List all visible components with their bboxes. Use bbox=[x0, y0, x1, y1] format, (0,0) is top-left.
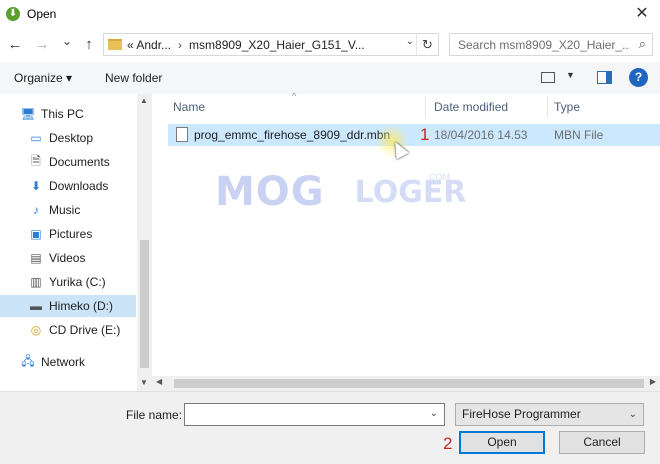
sidebar-item-label: Music bbox=[49, 203, 81, 217]
breadcrumb-current[interactable]: msm8909_X20_Haier_G151_V... bbox=[189, 38, 365, 52]
file-type-filter[interactable]: FireHose Programmer ⌄ bbox=[455, 403, 644, 426]
breadcrumb-separator-icon: › bbox=[178, 37, 183, 52]
open-button[interactable]: Open bbox=[459, 431, 545, 454]
view-dropdown-icon[interactable]: ▼ bbox=[566, 70, 575, 80]
cancel-button[interactable]: Cancel bbox=[559, 431, 645, 454]
breadcrumb-root[interactable]: « Andr... bbox=[127, 38, 171, 52]
desktop-icon: ▭ bbox=[30, 131, 42, 145]
navigation-pane: 🖥 This PC ▭ Desktop 🗎 Documents ⬇ Downlo… bbox=[0, 94, 152, 391]
sidebar-item-videos[interactable]: ▤ Videos bbox=[0, 247, 136, 269]
step-marker-2: 2 bbox=[443, 434, 453, 453]
column-header-type[interactable]: Type bbox=[554, 94, 654, 120]
dialog-footer: File name: ⌄ FireHose Programmer ⌄ 2 Ope… bbox=[0, 391, 660, 464]
open-dialog-icon: ⬇ bbox=[6, 7, 20, 21]
sidebar-item-label: Yurika (C:) bbox=[49, 275, 106, 289]
file-name-dropdown-icon[interactable]: ⌄ bbox=[430, 408, 438, 419]
column-header-label: Date modified bbox=[434, 100, 509, 114]
documents-icon: 🗎 bbox=[31, 153, 41, 168]
folder-icon bbox=[108, 39, 122, 50]
downloads-icon: ⬇ bbox=[30, 179, 42, 193]
sidebar-scroll-thumb[interactable] bbox=[140, 240, 149, 368]
column-header-name[interactable]: Name bbox=[173, 94, 423, 120]
recent-locations-icon[interactable]: ⌄ bbox=[57, 34, 77, 48]
file-name-label: File name: bbox=[126, 408, 183, 422]
sidebar-item-music[interactable]: ♪ Music bbox=[0, 199, 136, 221]
music-icon: ♪ bbox=[33, 203, 39, 217]
file-type-filter-value: FireHose Programmer bbox=[462, 407, 581, 421]
filter-dropdown-icon[interactable]: ⌄ bbox=[629, 404, 637, 425]
file-type: MBN File bbox=[554, 128, 604, 142]
sidebar-item-label: Network bbox=[41, 355, 86, 369]
column-header-label: Type bbox=[554, 100, 581, 114]
forward-arrow-icon[interactable]: → bbox=[32, 36, 52, 53]
file-name: prog_emmc_firehose_8909_ddr.mbn bbox=[194, 128, 391, 142]
sidebar-item-label: Pictures bbox=[49, 227, 93, 241]
file-name-input[interactable]: ⌄ bbox=[184, 403, 445, 426]
horizontal-scrollbar[interactable]: ◀ ▶ bbox=[152, 376, 660, 391]
scroll-left-icon[interactable]: ◀ bbox=[156, 377, 162, 386]
sidebar-item-this-pc[interactable]: 🖥 This PC bbox=[0, 103, 136, 125]
file-row[interactable]: prog_emmc_firehose_8909_ddr.mbn 18/04/20… bbox=[168, 124, 660, 146]
computer-icon: 🖥 bbox=[20, 107, 36, 121]
file-date: 18/04/2016 14.53 bbox=[434, 128, 528, 142]
back-arrow-icon[interactable]: ← bbox=[5, 36, 25, 53]
up-arrow-icon[interactable]: ↑ bbox=[79, 36, 99, 53]
sidebar-item-desktop[interactable]: ▭ Desktop bbox=[0, 127, 136, 149]
search-icon: ⌕ bbox=[638, 36, 646, 51]
sidebar-item-cd-drive-e[interactable]: ◎ CD Drive (E:) bbox=[0, 319, 136, 341]
new-folder-button[interactable]: New folder bbox=[105, 71, 162, 85]
sidebar-item-network[interactable]: 🖧 Network bbox=[0, 351, 136, 373]
scroll-down-icon[interactable]: ▼ bbox=[140, 378, 148, 387]
column-divider[interactable] bbox=[547, 96, 548, 118]
address-bar[interactable]: « Andr... › msm8909_X20_Haier_G151_V... … bbox=[103, 33, 439, 56]
sidebar-item-label: CD Drive (E:) bbox=[49, 323, 121, 337]
column-header-date[interactable]: Date modified bbox=[434, 94, 549, 120]
drive-icon: ▬ bbox=[30, 299, 42, 313]
network-icon: 🖧 bbox=[21, 353, 35, 368]
sidebar-item-drive-d[interactable]: ▬ Himeko (D:) bbox=[0, 295, 136, 317]
sidebar-item-drive-c[interactable]: ▥ Yurika (C:) bbox=[0, 271, 136, 293]
scroll-right-icon[interactable]: ▶ bbox=[650, 377, 656, 386]
help-icon[interactable]: ? bbox=[629, 68, 648, 87]
refresh-icon[interactable]: ↻ bbox=[416, 34, 438, 55]
sidebar-item-label: Videos bbox=[49, 251, 86, 265]
organize-button[interactable]: Organize ▾ bbox=[14, 71, 72, 85]
horizontal-scroll-thumb[interactable] bbox=[174, 379, 644, 388]
pictures-icon: ▣ bbox=[30, 227, 42, 241]
close-button[interactable]: ✕ bbox=[632, 4, 652, 24]
cd-drive-icon: ◎ bbox=[30, 323, 42, 337]
column-divider[interactable] bbox=[425, 96, 426, 118]
sidebar-item-label: Downloads bbox=[49, 179, 109, 193]
sidebar-item-label: Himeko (D:) bbox=[49, 299, 114, 313]
navigation-bar: ← → ⌄ ↑ « Andr... › msm8909_X20_Haier_G1… bbox=[0, 29, 660, 61]
sidebar-item-documents[interactable]: 🗎 Documents bbox=[0, 151, 136, 173]
view-options-icon[interactable] bbox=[541, 72, 555, 83]
file-icon bbox=[176, 127, 188, 142]
sidebar-item-label: Desktop bbox=[49, 131, 94, 145]
search-box[interactable]: Search msm8909_X20_Haier_... ⌕ bbox=[449, 33, 653, 56]
preview-pane-icon[interactable] bbox=[597, 71, 612, 84]
sidebar-item-label: This PC bbox=[41, 107, 84, 121]
column-header-label: Name bbox=[173, 100, 206, 114]
drive-icon: ▥ bbox=[30, 275, 42, 289]
scroll-up-icon[interactable]: ▲ bbox=[140, 96, 148, 105]
sidebar-item-downloads[interactable]: ⬇ Downloads bbox=[0, 175, 136, 197]
sidebar-item-pictures[interactable]: ▣ Pictures bbox=[0, 223, 136, 245]
address-dropdown-icon[interactable]: ⌄ bbox=[406, 36, 414, 47]
title-bar: ⬇ Open ✕ bbox=[0, 0, 660, 28]
command-toolbar: Organize ▾ New folder ▼ ? bbox=[0, 62, 660, 94]
window-title: Open bbox=[27, 7, 57, 21]
videos-icon: ▤ bbox=[30, 251, 42, 265]
sidebar-item-label: Documents bbox=[49, 155, 110, 169]
search-input[interactable]: Search msm8909_X20_Haier_... bbox=[458, 38, 630, 52]
step-marker-1: 1 bbox=[420, 125, 430, 144]
